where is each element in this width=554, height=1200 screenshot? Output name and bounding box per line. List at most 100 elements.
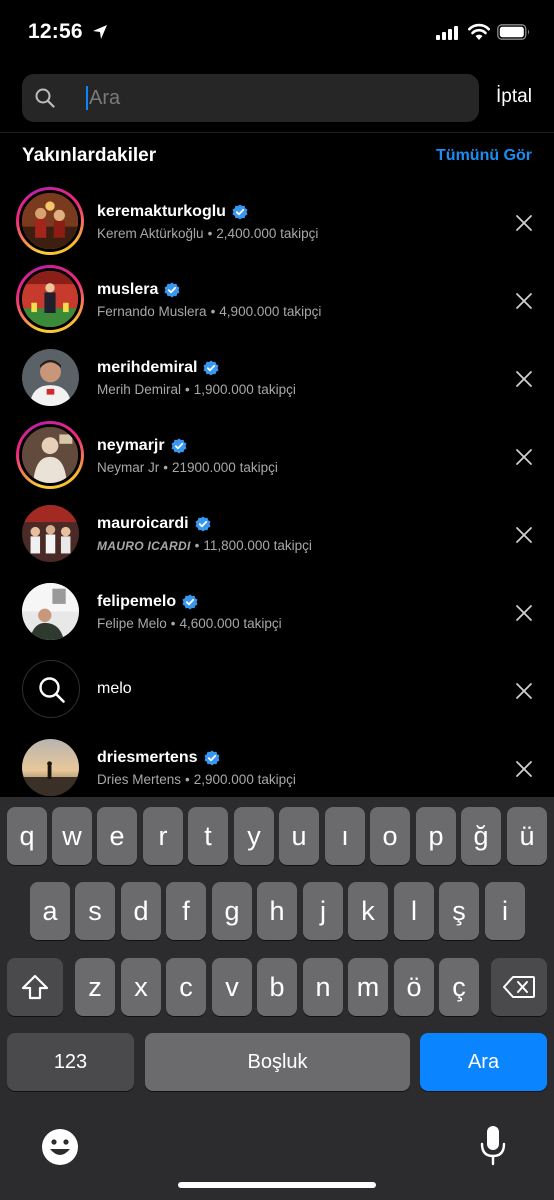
- user-subtitle: Fernando Muslera • 4,900.000 takipçi: [97, 304, 322, 319]
- list-item[interactable]: muslera Fernando Muslera • 4,900.000 takip…: [0, 264, 554, 342]
- battery-icon: [497, 24, 529, 40]
- key-f[interactable]: f: [166, 882, 206, 940]
- key-m[interactable]: m: [348, 958, 388, 1016]
- key-o[interactable]: o: [370, 807, 410, 865]
- key-a[interactable]: a: [30, 882, 70, 940]
- key-n[interactable]: n: [303, 958, 343, 1016]
- list-item-query[interactable]: melo: [0, 654, 554, 732]
- search-box[interactable]: [22, 74, 479, 122]
- key-i[interactable]: i: [485, 882, 525, 940]
- emoji-icon[interactable]: [40, 1127, 80, 1167]
- key-e[interactable]: e: [97, 807, 137, 865]
- key-b[interactable]: b: [257, 958, 297, 1016]
- close-icon[interactable]: [514, 603, 534, 623]
- space-key[interactable]: Boşluk: [145, 1033, 410, 1091]
- verified-badge-icon: [164, 282, 180, 298]
- user-subtitle: Neymar Jr • 21900.000 takipçi: [97, 460, 278, 475]
- text-cursor: [86, 86, 88, 110]
- verified-badge-icon: [171, 438, 187, 454]
- list-item[interactable]: merihdemiral Merih Demiral • 1,900.000 tak…: [0, 342, 554, 420]
- key-z[interactable]: z: [75, 958, 115, 1016]
- avatar-wrapper[interactable]: [16, 733, 84, 801]
- key-w[interactable]: w: [52, 807, 92, 865]
- cancel-button[interactable]: İptal: [496, 86, 532, 108]
- verified-badge-icon: [204, 750, 219, 766]
- key-k[interactable]: k: [348, 882, 388, 940]
- key-c-cedilla[interactable]: ç: [439, 958, 479, 1016]
- close-icon[interactable]: [514, 213, 534, 233]
- key-t[interactable]: t: [188, 807, 228, 865]
- key-l[interactable]: l: [394, 882, 434, 940]
- key-s-cedilla[interactable]: ş: [439, 882, 479, 940]
- key-r[interactable]: r: [143, 807, 183, 865]
- avatar: [22, 349, 79, 406]
- avatar: [19, 268, 81, 330]
- story-ring[interactable]: [16, 421, 84, 489]
- key-d[interactable]: d: [121, 882, 161, 940]
- avatar: [19, 190, 81, 252]
- search-input[interactable]: [89, 82, 459, 114]
- username: keremakturkoglu: [97, 203, 248, 221]
- key-p[interactable]: p: [416, 807, 456, 865]
- close-icon[interactable]: [514, 369, 534, 389]
- key-u-umlaut[interactable]: ü: [507, 807, 547, 865]
- key-q[interactable]: q: [7, 807, 47, 865]
- key-y[interactable]: y: [234, 807, 274, 865]
- avatar: [22, 583, 79, 640]
- username: merihdemiral: [97, 359, 219, 377]
- shift-icon: [21, 974, 49, 1000]
- verified-badge-icon: [203, 360, 219, 376]
- list-item[interactable]: keremakturkoglu Kerem Aktürkoğlu • 2,400.0…: [0, 186, 554, 264]
- close-icon[interactable]: [514, 291, 534, 311]
- list-item[interactable]: neymarjr Neymar Jr • 21900.000 takipçi: [0, 420, 554, 498]
- key-s[interactable]: s: [75, 882, 115, 940]
- location-arrow-icon: [93, 25, 107, 39]
- key-h[interactable]: h: [257, 882, 297, 940]
- key-g[interactable]: g: [212, 882, 252, 940]
- story-ring[interactable]: [16, 265, 84, 333]
- query-search-circle: [22, 660, 80, 718]
- see-all-link[interactable]: Tümünü Gör: [436, 147, 532, 165]
- username: muslera: [97, 281, 180, 299]
- home-indicator[interactable]: [178, 1182, 376, 1188]
- close-icon[interactable]: [514, 525, 534, 545]
- avatar: [19, 424, 81, 486]
- key-u[interactable]: u: [279, 807, 319, 865]
- list-item[interactable]: mauroicardi MAURO ICARDI • 11,800.000 taki…: [0, 498, 554, 576]
- close-icon[interactable]: [514, 681, 534, 701]
- numbers-key[interactable]: 123: [7, 1033, 134, 1091]
- avatar: [22, 505, 79, 562]
- avatar-wrapper[interactable]: [16, 343, 84, 411]
- user-subtitle: Merih Demiral • 1,900.000 takipçi: [97, 382, 296, 397]
- key-x[interactable]: x: [121, 958, 161, 1016]
- avatar-wrapper[interactable]: [16, 577, 84, 645]
- key-v[interactable]: v: [212, 958, 252, 1016]
- search-icon: [39, 677, 65, 703]
- close-icon[interactable]: [514, 447, 534, 467]
- wifi-icon: [468, 23, 490, 40]
- search-icon: [35, 88, 55, 108]
- avatar-wrapper[interactable]: [16, 499, 84, 567]
- shift-key[interactable]: [7, 958, 63, 1016]
- key-g-breve[interactable]: ğ: [461, 807, 501, 865]
- close-icon[interactable]: [514, 759, 534, 779]
- backspace-key[interactable]: [491, 958, 547, 1016]
- section-title: Yakınlardakiler: [22, 145, 157, 166]
- username: mauroicardi: [97, 515, 211, 533]
- backspace-icon: [503, 976, 535, 998]
- list-item[interactable]: felipemelo Felipe Melo • 4,600.000 takipçi: [0, 576, 554, 654]
- user-subtitle: Dries Mertens • 2,900.000 takipçi: [97, 772, 296, 787]
- story-ring[interactable]: [16, 187, 84, 255]
- username: neymarjr: [97, 437, 187, 455]
- username: felipemelo: [97, 593, 198, 611]
- key-o-umlaut[interactable]: ö: [394, 958, 434, 1016]
- key-dotless-i[interactable]: ı: [325, 807, 365, 865]
- microphone-icon[interactable]: [480, 1125, 506, 1167]
- header-divider: [0, 132, 554, 133]
- keyboard: q w e r t y u ı o p ğ ü a s d f g h j k …: [0, 797, 554, 1200]
- key-c[interactable]: c: [166, 958, 206, 1016]
- search-action-key[interactable]: Ara: [420, 1033, 547, 1091]
- key-j[interactable]: j: [303, 882, 343, 940]
- user-subtitle: Kerem Aktürkoğlu • 2,400.000 takipçi: [97, 226, 319, 241]
- verified-badge-icon: [232, 204, 248, 220]
